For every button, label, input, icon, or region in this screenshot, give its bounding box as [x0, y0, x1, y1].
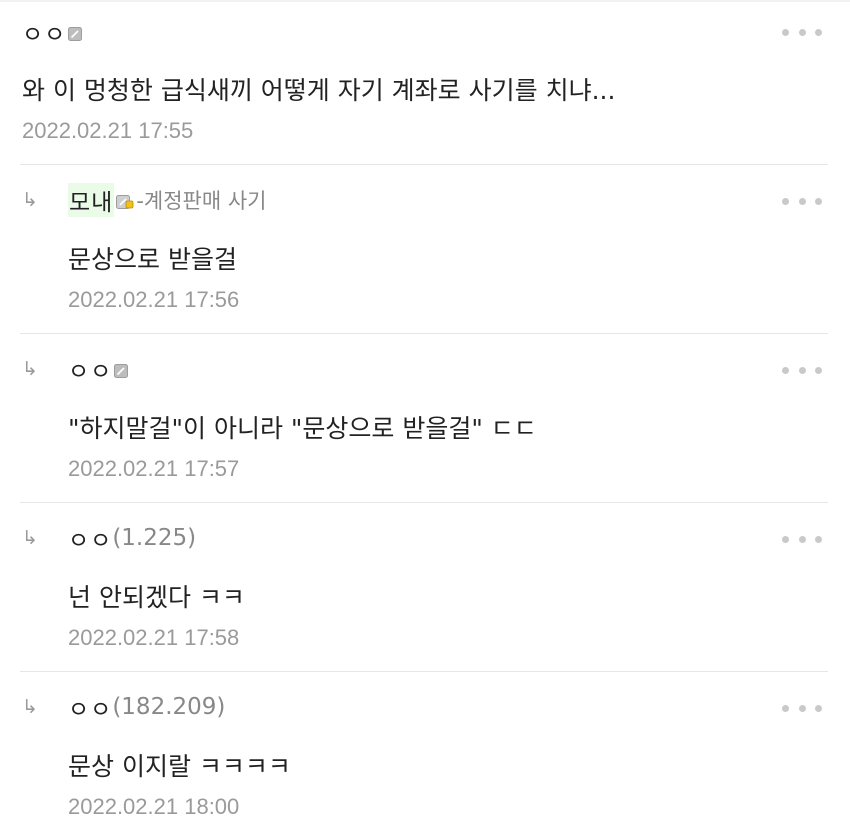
semi-fixed-nick-badge-icon	[116, 194, 134, 209]
nickname[interactable]: ㅇㅇ	[68, 521, 112, 555]
nickname[interactable]: ㅇㅇ	[68, 690, 112, 724]
reply-header: ㅇㅇ (1.225)	[68, 521, 196, 555]
more-options-icon[interactable]	[782, 703, 822, 713]
fixed-nick-badge-icon	[114, 363, 129, 378]
comment-date: 2022.02.21 17:55	[22, 118, 194, 143]
reply-arrow-icon: ↳	[22, 189, 38, 211]
reply-text: 문상 이지랄 ㅋㅋㅋㅋ	[68, 752, 291, 781]
more-options-icon[interactable]	[782, 365, 822, 375]
reply-date: 2022.02.21 17:57	[68, 456, 240, 481]
fixed-nick-badge-icon	[68, 26, 83, 41]
ip-address: (182.209)	[112, 694, 226, 720]
more-options-icon[interactable]	[782, 196, 822, 206]
nickname[interactable]: ㅇㅇ	[68, 352, 112, 386]
nick-tag: -계정판매 사기	[136, 189, 267, 213]
reply-header: ㅇㅇ (182.209)	[68, 690, 225, 724]
reply-item: ↳ ㅇㅇ (182.209) 문상 이지랄 ㅋㅋㅋㅋ 2022.02.21 18…	[0, 672, 850, 833]
more-options-icon[interactable]	[782, 27, 822, 37]
comment-text: 와 이 멍청한 급식새끼 어떻게 자기 계좌로 사기를 치냐...	[22, 76, 616, 105]
nickname[interactable]: 모내	[68, 183, 115, 217]
reply-text: "하지말걸"이 아니라 "문상으로 받을걸" ㄷㄷ	[68, 414, 537, 443]
reply-text: 문상으로 받을걸	[68, 245, 237, 274]
ip-address: (1.225)	[112, 525, 197, 551]
comment-header: ㅇㅇ	[22, 15, 83, 49]
reply-text: 넌 안되겠다 ㅋㅋ	[68, 583, 245, 612]
reply-date: 2022.02.21 17:58	[68, 625, 240, 650]
reply-date: 2022.02.21 18:00	[68, 794, 240, 819]
reply-item: ↳ ㅇㅇ "하지말걸"이 아니라 "문상으로 받을걸" ㄷㄷ 2022.02.2…	[0, 334, 850, 502]
comment-item: ㅇㅇ 와 이 멍청한 급식새끼 어떻게 자기 계좌로 사기를 치냐... 202…	[0, 0, 850, 164]
reply-item: ↳ 모내 -계정판매 사기 문상으로 받을걸 2022.02.21 17:56	[0, 165, 850, 333]
more-options-icon[interactable]	[782, 534, 822, 544]
reply-arrow-icon: ↳	[22, 527, 38, 549]
reply-header: ㅇㅇ	[68, 352, 129, 386]
reply-arrow-icon: ↳	[22, 358, 38, 380]
reply-arrow-icon: ↳	[22, 696, 38, 718]
reply-item: ↳ ㅇㅇ (1.225) 넌 안되겠다 ㅋㅋ 2022.02.21 17:58	[0, 503, 850, 671]
reply-header: 모내 -계정판매 사기	[68, 183, 267, 217]
nickname[interactable]: ㅇㅇ	[22, 15, 66, 49]
reply-date: 2022.02.21 17:56	[68, 287, 240, 312]
